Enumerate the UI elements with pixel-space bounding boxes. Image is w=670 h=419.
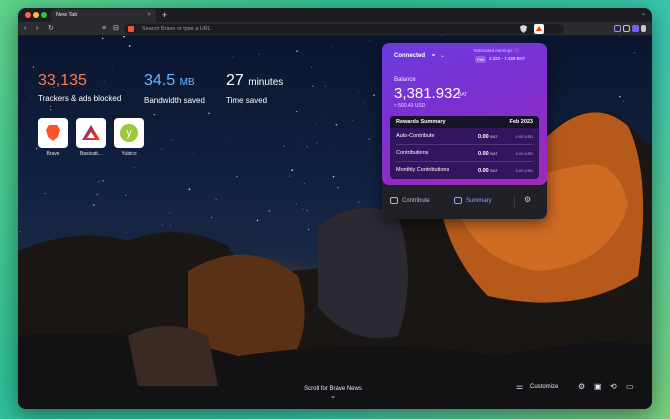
balance-unit: BAT	[458, 92, 468, 98]
rewards-summary: Rewards Summary Feb 2023 Auto-Contribute…	[390, 116, 539, 179]
stat-bandwidth: 34.5 MB Bandwidth saved	[144, 72, 205, 107]
sidebar-icon[interactable]: ≡	[102, 24, 106, 34]
bandwidth-label: Bandwidth saved	[144, 96, 205, 105]
summary-chart-icon	[454, 196, 462, 204]
summary-month: Feb 2023	[509, 119, 533, 125]
scroll-for-news[interactable]: Scroll for Brave News ⌄	[278, 386, 388, 400]
trackers-label: Trackers & ads blocked	[38, 94, 122, 103]
minimize-window-button[interactable]	[33, 12, 39, 18]
vpn-icon[interactable]	[614, 25, 621, 32]
yubico-icon: y	[114, 118, 144, 148]
brave-lion-icon	[128, 26, 134, 32]
brave-lion-icon	[38, 118, 68, 148]
stat-trackers: 33,135 Trackers & ads blocked	[38, 72, 121, 105]
time-label: Time saved	[226, 96, 268, 105]
estimated-month-badge: Feb	[475, 56, 486, 63]
contribute-button[interactable]: Contribute	[390, 196, 430, 206]
rewards-footer: Contribute Summary ⚙	[382, 192, 547, 212]
sidebar-toggle-icon[interactable]	[623, 25, 630, 32]
summary-title: Rewards Summary	[396, 119, 446, 125]
video-icon[interactable]: ▭	[626, 380, 634, 394]
stat-time: 27 minutes Time saved	[226, 72, 283, 107]
time-value: 27	[226, 72, 244, 89]
bookmark-icon[interactable]: ⊟	[113, 24, 119, 34]
bandwidth-unit: MB	[179, 77, 195, 88]
menu-icon[interactable]	[641, 25, 646, 32]
top-site-label: Yubico	[121, 151, 137, 157]
summary-header: Rewards Summary Feb 2023	[390, 116, 539, 128]
close-window-button[interactable]	[25, 12, 31, 18]
balance-label: Balance	[394, 77, 416, 83]
balance-usd: ≈ 500.43 USD	[394, 103, 426, 109]
history-icon[interactable]: ⟲	[610, 380, 617, 394]
summary-row-monthly-contributions: Monthly Contributions 0.00 BAT 0.00 USD	[396, 167, 533, 174]
customize-button[interactable]: Customize	[530, 380, 558, 394]
new-tab-button[interactable]: +	[162, 9, 167, 21]
info-icon[interactable]: ⓘ	[515, 48, 520, 53]
rewards-panel: Connected ⚭ ⌄ Estimated earnings ⓘ Feb 4.…	[382, 43, 547, 219]
url-placeholder: Search Brave or type a URL	[142, 26, 211, 32]
wallet-icon[interactable]	[632, 25, 639, 32]
toolbar: ‹ › ↻ ≡ ⊟ Search Brave or type a URL	[18, 22, 652, 36]
top-site-yubico[interactable]: y Yubico	[114, 118, 144, 157]
summary-row-contributions: Contributions 0.00 BAT 0.00 USD	[396, 145, 533, 162]
forward-button[interactable]: ›	[36, 24, 38, 34]
reload-button[interactable]: ↻	[48, 24, 54, 34]
top-site-label: Basicatt...	[80, 151, 102, 157]
estimated-earnings-label: Estimated earnings ⓘ	[474, 48, 520, 53]
summary-row-auto-contribute: Auto-Contribute 0.00 BAT 0.00 USD	[396, 128, 533, 145]
estimated-earnings-range: 4.322 - 7.459 BAT	[489, 56, 526, 61]
rewards-settings-icon[interactable]: ⚙	[524, 195, 531, 204]
top-site-brave[interactable]: Brave	[38, 118, 68, 157]
back-button[interactable]: ‹	[24, 24, 26, 34]
customize-icon[interactable]: ⚌	[516, 380, 523, 394]
balance-value: 3,381.932	[394, 85, 461, 102]
tab-search-chevron-icon[interactable]: ⌄	[641, 10, 646, 17]
url-bar[interactable]: Search Brave or type a URL	[124, 24, 564, 34]
contribute-icon	[390, 196, 398, 204]
chevron-down-icon[interactable]: ⌄	[440, 52, 445, 59]
bandwidth-value: 34.5	[144, 72, 176, 89]
time-unit: minutes	[248, 77, 284, 88]
rewards-connected-status[interactable]: Connected	[394, 53, 425, 59]
scroll-news-label: Scroll for Brave News	[304, 386, 362, 392]
tab-new-tab[interactable]: New Tab ×	[51, 9, 156, 22]
tab-strip: New Tab × + ⌄	[18, 8, 652, 22]
top-site-basicattention[interactable]: Basicatt...	[76, 118, 106, 157]
top-site-label: Brave	[46, 151, 60, 157]
browser-window: New Tab × + ⌄ ‹ › ↻ ≡ ⊟ Search Brave or …	[18, 8, 652, 409]
divider	[514, 196, 515, 208]
maximize-window-button[interactable]	[41, 12, 47, 18]
new-tab-page: 33,135 Trackers & ads blocked 34.5 MB Ba…	[18, 36, 652, 409]
brave-rewards-button[interactable]	[534, 24, 544, 34]
bottom-bar: ⚌ Customize ⚙ ▣ ⟲ ▭	[516, 380, 642, 394]
link-icon: ⚭	[431, 53, 437, 59]
chevron-down-icon: ⌄	[330, 393, 336, 400]
summary-button[interactable]: Summary	[454, 196, 492, 206]
rewards-card: Connected ⚭ ⌄ Estimated earnings ⓘ Feb 4.…	[382, 43, 547, 185]
tab-title: New Tab	[56, 12, 78, 18]
trackers-count: 33,135	[38, 72, 87, 89]
bat-triangle-icon	[76, 118, 106, 148]
settings-icon[interactable]: ⚙	[578, 380, 585, 394]
bookmarks-icon[interactable]: ▣	[594, 380, 602, 394]
tab-close-icon[interactable]: ×	[147, 9, 151, 22]
